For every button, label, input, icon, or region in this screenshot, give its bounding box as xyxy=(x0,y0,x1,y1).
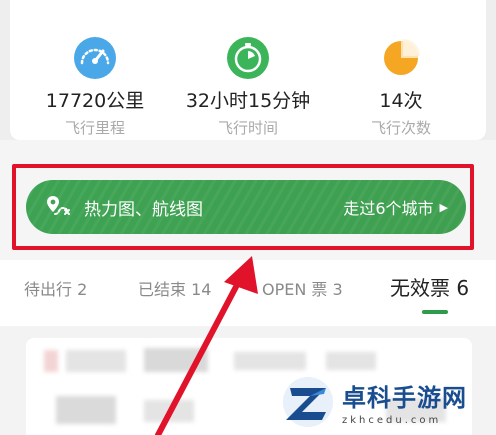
pie-chart-icon xyxy=(384,39,420,75)
timer-icon xyxy=(227,37,269,79)
active-tab-indicator xyxy=(422,310,448,314)
tab-open-ticket[interactable]: OPEN 票 3 xyxy=(262,276,343,300)
blurred-content xyxy=(326,352,376,370)
stat-label: 飞行时间 xyxy=(217,119,278,137)
ticket-tabs: 待出行 2 已结束 14 OPEN 票 3 无效票 6 xyxy=(0,260,496,326)
watermark-logo-icon xyxy=(283,377,333,427)
stat-label: 飞行里程 xyxy=(64,119,125,137)
stat-flight-time: 32小时15分钟 飞行时间 xyxy=(173,36,323,138)
stat-value: 14次 xyxy=(379,90,423,112)
watermark-title: 卓科手游网 xyxy=(342,384,467,412)
tab-upcoming[interactable]: 待出行 2 xyxy=(24,276,87,300)
blurred-content xyxy=(144,400,194,422)
speedometer-icon xyxy=(74,37,116,79)
blurred-content xyxy=(144,348,208,372)
blurred-content xyxy=(234,352,306,370)
stat-value: 17720公里 xyxy=(45,90,145,112)
stat-flight-distance: 17720公里 飞行里程 xyxy=(20,36,170,138)
stat-label: 飞行次数 xyxy=(370,119,431,137)
stat-value: 32小时15分钟 xyxy=(185,90,311,112)
blurred-content xyxy=(66,350,126,372)
watermark-text: 卓科手游网 zkhcedu.com xyxy=(342,378,467,426)
tab-invalid-ticket[interactable]: 无效票 6 xyxy=(390,272,469,301)
stat-flight-count: 14次 飞行次数 xyxy=(326,36,476,138)
blurred-content xyxy=(44,350,58,372)
blurred-content xyxy=(56,396,116,424)
watermark-url: zkhcedu.com xyxy=(342,415,442,426)
tab-finished[interactable]: 已结束 14 xyxy=(138,276,211,300)
highlight-frame xyxy=(12,164,474,250)
watermark: 卓科手游网 zkhcedu.com xyxy=(280,372,490,432)
